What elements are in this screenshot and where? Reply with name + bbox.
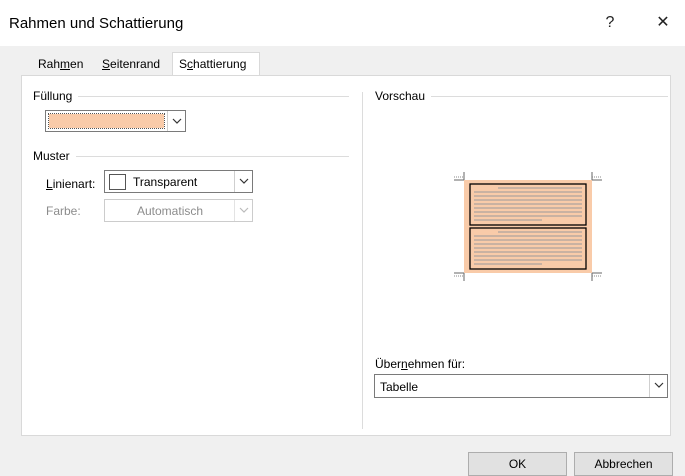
- chevron-down-icon: [234, 171, 252, 192]
- chevron-down-icon: [649, 375, 667, 397]
- preview-label: Vorschau: [375, 89, 432, 103]
- style-value: Transparent: [133, 175, 198, 189]
- pattern-color-dropdown[interactable]: Automatisch: [104, 199, 253, 222]
- chevron-down-icon: [167, 111, 185, 131]
- color-label: Farbe:: [46, 204, 81, 218]
- ok-button[interactable]: OK: [468, 452, 567, 476]
- close-button[interactable]: ✕: [648, 12, 678, 34]
- fill-group-line: [33, 96, 349, 97]
- title-bar: Rahmen und Schattierung ? ✕: [0, 0, 685, 46]
- fill-group-label: Füllung: [33, 89, 79, 103]
- style-dropdown[interactable]: Transparent: [104, 170, 253, 193]
- pattern-group-line: [33, 156, 349, 157]
- preview-image[interactable]: [452, 170, 604, 285]
- style-label: Linienart:: [46, 177, 96, 191]
- chevron-down-icon: [234, 200, 252, 221]
- tab-seitenrand[interactable]: Seitenrand: [96, 53, 167, 75]
- fill-color-dropdown[interactable]: [45, 110, 186, 132]
- dialog-title: Rahmen und Schattierung: [9, 15, 184, 32]
- apply-to-dropdown[interactable]: Tabelle: [374, 374, 668, 398]
- cancel-button[interactable]: Abbrechen: [574, 452, 673, 476]
- color-value: Automatisch: [137, 204, 204, 218]
- apply-to-label: Übernehmen für:: [375, 357, 466, 371]
- tab-schattierung[interactable]: Schattierung: [172, 52, 260, 76]
- preview-shading: [464, 180, 592, 273]
- fill-color-swatch: [48, 113, 165, 129]
- section-divider: [362, 92, 363, 429]
- transparent-swatch: [109, 174, 126, 190]
- apply-to-value: Tabelle: [380, 380, 419, 394]
- pattern-group-label: Muster: [33, 149, 76, 163]
- help-button[interactable]: ?: [595, 12, 625, 34]
- tab-rahmen[interactable]: Rahmen: [32, 53, 90, 75]
